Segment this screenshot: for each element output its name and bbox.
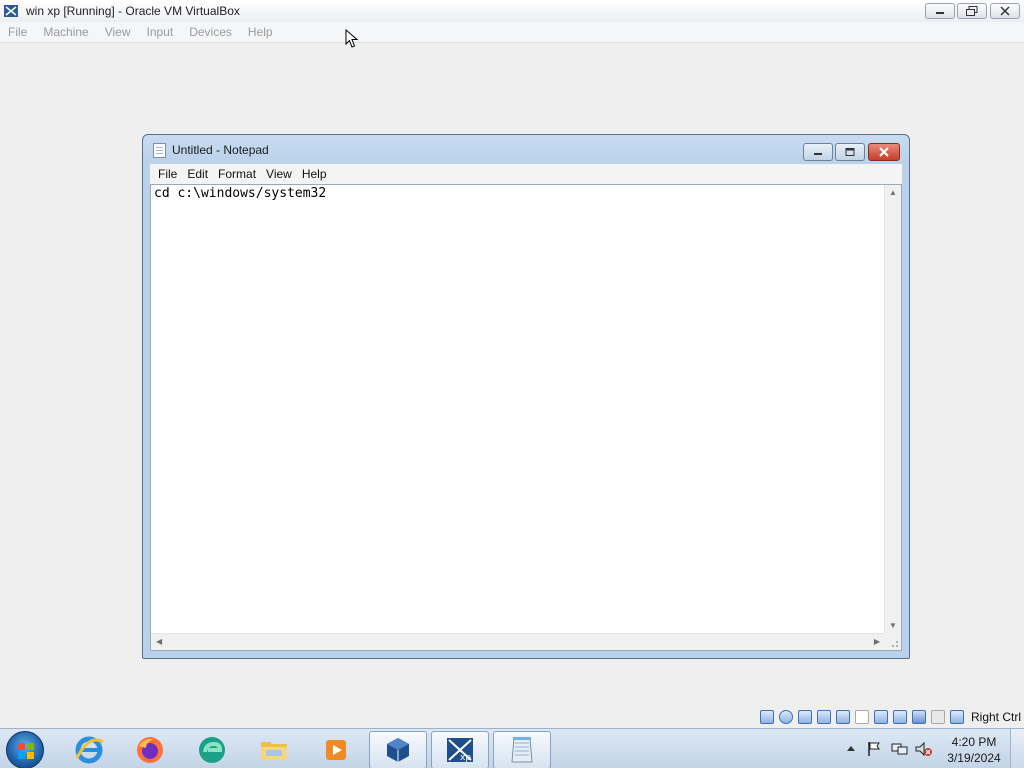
vbox-status-bar: Right Ctrl: [760, 708, 1024, 726]
close-icon: [1000, 6, 1010, 16]
scroll-left-icon[interactable]: ◀: [156, 638, 162, 646]
vbox-menubar: File Machine View Input Devices Help: [0, 22, 1024, 43]
network-icon[interactable]: [817, 710, 831, 724]
vbox-menu-help[interactable]: Help: [248, 25, 273, 39]
clock[interactable]: 4:20 PM 3/19/2024: [940, 734, 1008, 766]
scroll-up-icon[interactable]: ▲: [889, 189, 897, 197]
show-hidden-icons-icon[interactable]: [846, 744, 856, 752]
taskbar-edge[interactable]: [183, 731, 241, 768]
notepad-content[interactable]: cd c:\windows/system32: [154, 186, 326, 201]
notepad-titlebar[interactable]: Untitled - Notepad: [143, 135, 909, 165]
vbox-menu-machine[interactable]: Machine: [43, 25, 88, 39]
clock-time: 4:20 PM: [951, 735, 997, 749]
vbox-window-title: win xp [Running] - Oracle VM VirtualBox: [26, 4, 240, 18]
taskbar-explorer[interactable]: [245, 731, 303, 768]
taskbar-media-player[interactable]: [307, 731, 365, 768]
volume-muted-icon[interactable]: [915, 741, 933, 757]
notepad-window: Untitled - Notepad File Edit Format View…: [142, 134, 910, 659]
mouse-integration-icon[interactable]: [931, 710, 945, 724]
horizontal-scrollbar[interactable]: ◀ ▶: [151, 633, 885, 650]
firefox-icon: [137, 737, 163, 763]
notepad-menu-help[interactable]: Help: [302, 167, 327, 181]
notepad-icon: [153, 142, 166, 158]
folder-icon: [261, 742, 287, 760]
taskbar-firefox[interactable]: [121, 731, 179, 768]
maximize-icon: [845, 148, 855, 156]
start-button[interactable]: [6, 731, 44, 768]
clock-date: 3/19/2024: [947, 751, 1001, 765]
notepad-title: Untitled - Notepad: [172, 143, 269, 157]
action-center-flag-icon[interactable]: [866, 741, 882, 757]
keyboard-capture-icon[interactable]: [950, 710, 964, 724]
resize-grip[interactable]: [884, 633, 901, 650]
notepad-menu-view[interactable]: View: [266, 167, 292, 181]
minimize-icon: [936, 12, 944, 14]
notepad-menubar: File Edit Format View Help: [150, 164, 902, 184]
taskbar-virtualbox[interactable]: [369, 731, 427, 768]
notepad-menu-file[interactable]: File: [158, 167, 177, 181]
taskbar-notepad[interactable]: [493, 731, 551, 768]
resize-grip-icon: [892, 641, 898, 647]
notepad-maximize-button[interactable]: [835, 143, 865, 161]
edge-icon: [199, 737, 225, 763]
scroll-down-icon[interactable]: ▼: [889, 622, 897, 630]
optical-drive-icon[interactable]: [779, 710, 793, 724]
host-close-button[interactable]: [990, 3, 1020, 19]
vbox-menu-view[interactable]: View: [105, 25, 131, 39]
restore-icon: [966, 6, 978, 16]
recording-icon[interactable]: [893, 710, 907, 724]
vbox-menu-devices[interactable]: Devices: [189, 25, 232, 39]
notepad-minimize-button[interactable]: [803, 143, 833, 161]
notepad-close-button[interactable]: [868, 143, 900, 161]
vbox-menu-file[interactable]: File: [8, 25, 27, 39]
media-player-icon: [326, 740, 346, 760]
host-restore-button[interactable]: [957, 3, 987, 19]
shared-folders-icon[interactable]: [855, 710, 869, 724]
taskbar-internet-explorer[interactable]: [60, 731, 118, 768]
xp-vm-icon: xp: [447, 738, 473, 763]
hard-disk-icon[interactable]: [760, 710, 774, 724]
vertical-scrollbar[interactable]: ▲ ▼: [884, 185, 901, 634]
vbox-titlebar: win xp [Running] - Oracle VM VirtualBox: [0, 0, 1024, 22]
windows-logo-icon: [18, 743, 34, 759]
virtualization-icon[interactable]: [912, 710, 926, 724]
notepad-text-area[interactable]: cd c:\windows/system32 ▲ ▼ ◀ ▶: [150, 184, 902, 651]
ie-icon: [75, 736, 104, 764]
host-key-label: Right Ctrl: [971, 710, 1022, 724]
notepad-menu-format[interactable]: Format: [218, 167, 256, 181]
usb-icon[interactable]: [836, 710, 850, 724]
minimize-icon: [814, 153, 822, 155]
display-icon[interactable]: [874, 710, 888, 724]
virtualbox-icon: [387, 738, 409, 762]
notepad-icon: [511, 737, 533, 763]
mouse-cursor-icon: [345, 29, 359, 48]
host-minimize-button[interactable]: [925, 3, 955, 19]
taskbar-virtualbox-xp[interactable]: xp: [431, 731, 489, 768]
svg-text:xp: xp: [460, 753, 471, 763]
vbox-menu-input[interactable]: Input: [147, 25, 174, 39]
close-icon: [879, 147, 889, 157]
notepad-menu-edit[interactable]: Edit: [187, 167, 208, 181]
network-status-icon[interactable]: [891, 741, 909, 757]
audio-icon[interactable]: [798, 710, 812, 724]
scroll-right-icon[interactable]: ▶: [874, 638, 880, 646]
show-desktop-button[interactable]: [1010, 729, 1024, 768]
taskbar: xp 4:20 PM 3/19/2024: [0, 728, 1024, 768]
virtualbox-icon: [4, 5, 18, 17]
